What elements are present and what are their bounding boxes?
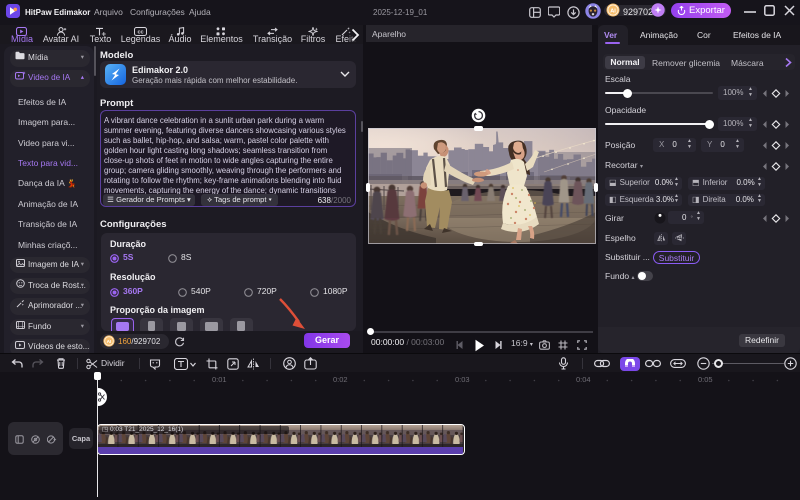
svg-text:AI: AI [610,8,616,14]
svg-text:AI: AI [106,339,111,345]
